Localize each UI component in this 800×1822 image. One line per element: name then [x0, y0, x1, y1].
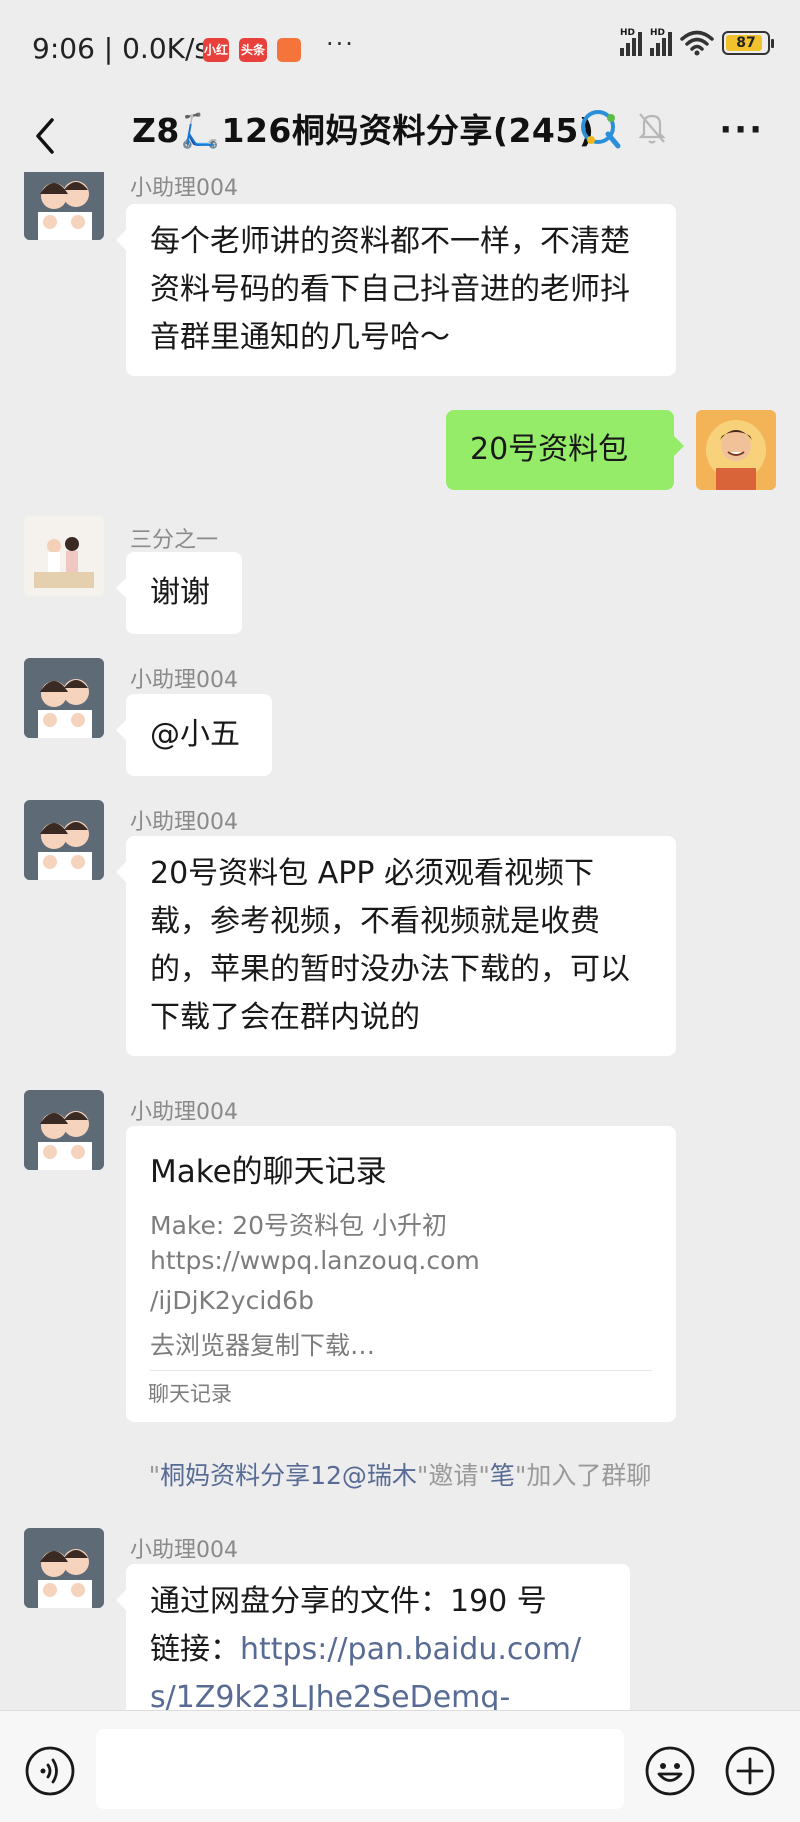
chat-area[interactable]: 小助理004 每个老师讲的资料都不一样，不清楚资料号码的看下自己抖音进的老师抖音… — [0, 172, 800, 1710]
taobao-icon — [277, 38, 301, 62]
sender-name: 小助理004 — [130, 176, 238, 201]
avatar-assistant-004[interactable] — [24, 1528, 104, 1608]
card-title: Make的聊天记录 — [150, 1154, 387, 1190]
more-options-icon[interactable]: ··· — [719, 110, 764, 150]
baidu-pan-link-cont[interactable]: s/1Z9k23LJhe2SeDemq- — [150, 1674, 606, 1710]
message-bubble[interactable]: 通过网盘分享的文件：190 号 链接：https://pan.baidu.com… — [116, 1564, 630, 1710]
card-divider — [150, 1370, 652, 1371]
input-bar — [0, 1710, 800, 1822]
my-message-bubble[interactable]: 20号资料包 — [446, 410, 684, 490]
avatar-assistant-004[interactable] — [24, 658, 104, 738]
chat-header: Z8🛴126桐妈资料分享(245) ··· — [0, 100, 800, 172]
wifi-icon — [680, 30, 714, 56]
message-bubble[interactable]: 谢谢 — [116, 552, 242, 634]
sender-name: 三分之一 — [130, 528, 219, 553]
chat-record-card[interactable]: Make的聊天记录 Make: 20号资料包 小升初 https://wwpq.… — [126, 1126, 676, 1422]
avatar-assistant-004[interactable] — [24, 800, 104, 880]
message-bubble[interactable]: @小五 — [116, 694, 272, 776]
status-time: 9:06 | 0.0K/s — [32, 32, 210, 65]
card-line: 去浏览器复制下载… — [150, 1331, 376, 1360]
sender-name: 小助理004 — [130, 668, 238, 693]
voice-input-icon[interactable] — [24, 1745, 76, 1797]
status-bar: 9:06 | 0.0K/s 小红 头条 ··· HD HD 87 — [0, 0, 800, 100]
avatar-sanfenzhiyi[interactable] — [24, 516, 104, 596]
card-line: /ijDjK2ycid6b — [150, 1286, 314, 1315]
signal-icon-2: HD — [650, 28, 672, 56]
card-line: https://wwpq.lanzouq.com — [150, 1246, 480, 1275]
battery-icon: 87 — [722, 31, 774, 55]
system-message: "桐妈资料分享12@瑞木"邀请"笔"加入了群聊 — [148, 1461, 652, 1490]
card-line: Make: 20号资料包 小升初 — [150, 1211, 447, 1240]
sender-name: 小助理004 — [130, 1538, 238, 1563]
message-text: 通过网盘分享的文件：190 号 — [150, 1584, 547, 1619]
card-footer: 聊天记录 — [148, 1382, 232, 1406]
message-bubble[interactable]: 每个老师讲的资料都不一样，不清楚资料号码的看下自己抖音进的老师抖音群里通知的几号… — [116, 204, 676, 376]
xiaohongshu-icon: 小红 — [203, 38, 229, 62]
plus-icon[interactable] — [724, 1745, 776, 1797]
invitee-link[interactable]: 笔 — [490, 1461, 515, 1490]
sender-name: 小助理004 — [130, 810, 238, 835]
sender-name: 小助理004 — [130, 1100, 238, 1125]
link-label: 链接： — [150, 1632, 240, 1667]
baidu-pan-link[interactable]: https://pan.baidu.com/ — [240, 1632, 581, 1667]
avatar-assistant-004[interactable] — [24, 1090, 104, 1170]
group-chat-icon[interactable] — [578, 106, 624, 152]
status-more-icon: ··· — [326, 30, 355, 58]
signal-icon: HD — [620, 28, 642, 56]
inviter-link[interactable]: 桐妈资料分享12@瑞木 — [160, 1461, 417, 1490]
chat-title: Z8🛴126桐妈资料分享(245) — [132, 111, 595, 150]
emoji-icon[interactable] — [644, 1745, 696, 1797]
avatar-assistant-004[interactable] — [24, 172, 104, 240]
message-input[interactable] — [96, 1729, 624, 1809]
toutiao-icon: 头条 — [239, 38, 267, 62]
mute-bell-icon — [638, 113, 666, 144]
status-app-icons: 小红 头条 — [203, 38, 301, 62]
back-arrow-icon[interactable] — [30, 108, 70, 164]
message-bubble[interactable]: 20号资料包 APP 必须观看视频下载，参考视频，不看视频就是收费的，苹果的暂时… — [116, 836, 676, 1056]
avatar-me[interactable] — [696, 410, 776, 490]
